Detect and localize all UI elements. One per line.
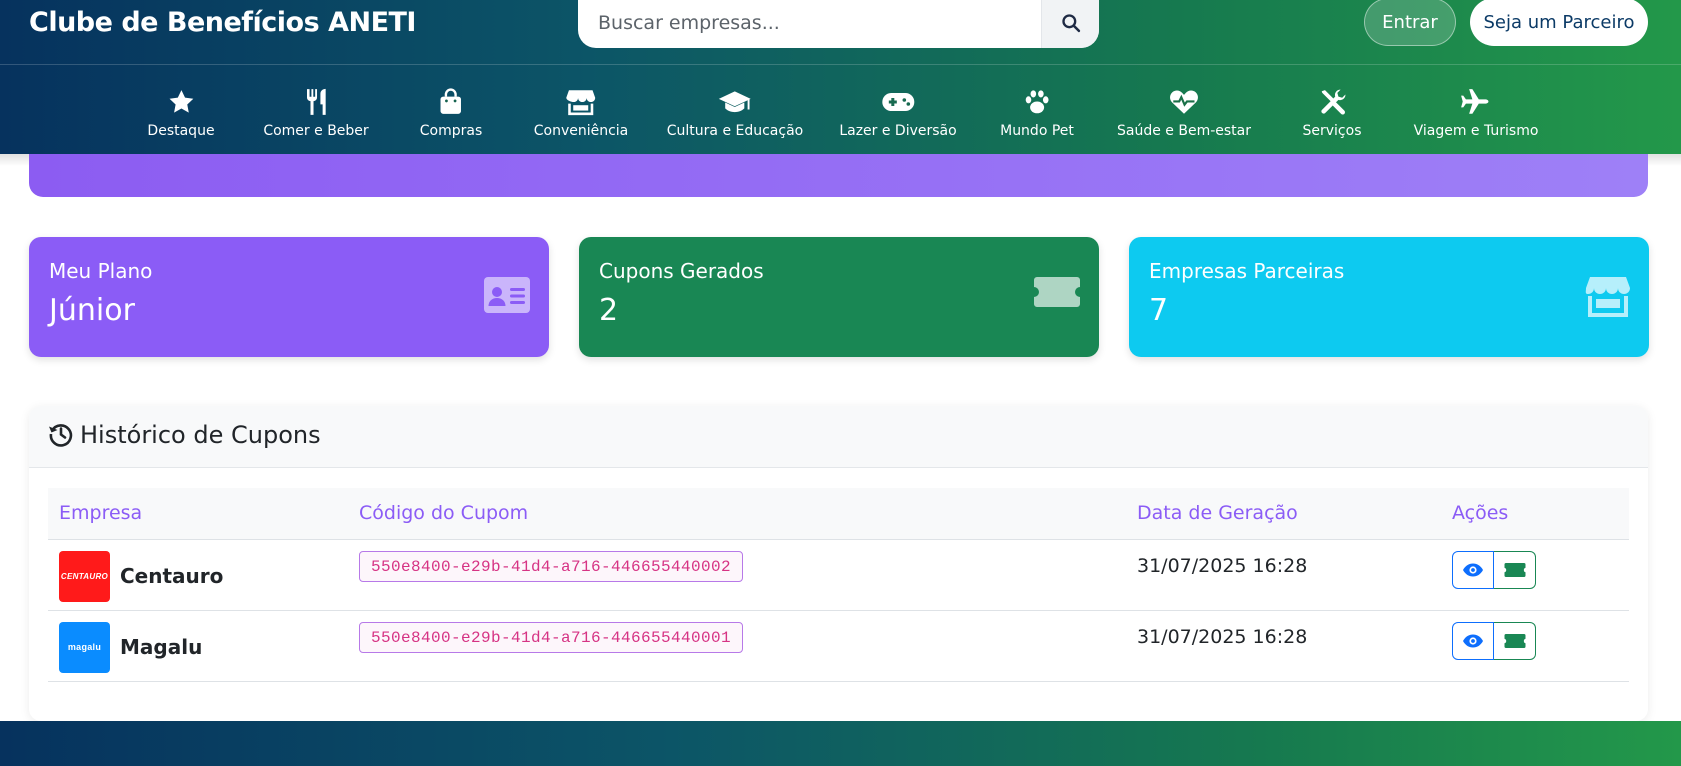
ticket-icon xyxy=(1504,633,1525,648)
login-button[interactable]: Entrar xyxy=(1364,0,1456,46)
ticket-icon xyxy=(1504,562,1525,577)
nav-label: Saúde e Bem-estar xyxy=(1117,123,1251,139)
become-partner-button[interactable]: Seja um Parceiro xyxy=(1470,0,1648,46)
nav-item-cultura-e-educacao[interactable]: Cultura e Educação xyxy=(667,65,803,154)
stat-card-partners: Empresas Parceiras 7 xyxy=(1129,237,1649,357)
store-icon xyxy=(1585,277,1630,317)
nav-label: Serviços xyxy=(1302,123,1362,139)
ticket-icon xyxy=(1034,277,1080,307)
nav-item-viagem-e-turismo[interactable]: Viagem e Turismo xyxy=(1413,65,1539,154)
category-nav: Destaque Comer e Beber Compras Conveniên… xyxy=(0,65,1681,154)
table-header-row: Empresa Código do Cupom Data de Geração … xyxy=(48,488,1629,539)
stat-card-coupons: Cupons Gerados 2 xyxy=(579,237,1099,357)
company-name: Centauro xyxy=(120,564,224,588)
search-button[interactable] xyxy=(1041,0,1099,48)
nav-item-saude-e-bem-estar[interactable]: Saúde e Bem-estar xyxy=(1117,65,1251,154)
utensils-icon xyxy=(306,88,326,115)
generation-date: 31/07/2025 16:28 xyxy=(1137,554,1308,577)
coupon-code: 550e8400-e29b-41d4-a716-446655440002 xyxy=(359,550,744,582)
eye-icon xyxy=(1463,563,1483,576)
view-coupon-button[interactable] xyxy=(1452,550,1494,589)
search-bar xyxy=(578,0,1099,48)
nav-label: Destaque xyxy=(147,123,215,139)
heart-pulse-icon xyxy=(1170,90,1198,114)
shopping-bag-icon xyxy=(440,88,462,114)
nav-item-conveniencia[interactable]: Conveniência xyxy=(533,65,629,154)
stat-title: Empresas Parceiras xyxy=(1149,259,1345,283)
nav-item-mundo-pet[interactable]: Mundo Pet xyxy=(1000,65,1074,154)
history-icon xyxy=(49,424,73,447)
column-header-date: Data de Geração xyxy=(1137,502,1298,525)
nav-item-comer-e-beber[interactable]: Comer e Beber xyxy=(263,65,369,154)
column-header-code: Código do Cupom xyxy=(359,502,529,525)
search-icon xyxy=(1061,14,1080,33)
gamepad-icon xyxy=(882,93,914,111)
header-top-row: Clube de Benefícios ANETI Entrar Seja um… xyxy=(0,0,1681,65)
nav-item-destaque[interactable]: Destaque xyxy=(147,65,215,154)
nav-label: Cultura e Educação xyxy=(666,123,804,139)
nav-label: Lazer e Diversão xyxy=(839,123,957,139)
company-logo: magalu xyxy=(59,621,110,673)
page-footer xyxy=(0,721,1681,766)
row-actions xyxy=(1452,621,1536,660)
coupon-history-header: Histórico de Cupons xyxy=(29,406,1648,468)
coupon-history-panel: Histórico de Cupons Empresa Código do Cu… xyxy=(29,406,1648,721)
table-row: CENTAURO Centauro 550e8400-e29b-41d4-a71… xyxy=(48,539,1629,610)
graduation-cap-icon xyxy=(719,91,751,113)
coupon-history-title: Histórico de Cupons xyxy=(80,421,321,449)
view-coupon-button[interactable] xyxy=(1452,621,1494,660)
coupon-ticket-button[interactable] xyxy=(1494,621,1536,660)
column-header-actions: Ações xyxy=(1452,502,1509,525)
top-header: Clube de Benefícios ANETI Entrar Seja um… xyxy=(0,0,1681,154)
coupon-ticket-button[interactable] xyxy=(1494,550,1536,589)
coupon-history-table: Empresa Código do Cupom Data de Geração … xyxy=(48,488,1629,682)
welcome-banner xyxy=(29,154,1648,197)
row-actions xyxy=(1452,550,1536,589)
coupon-code: 550e8400-e29b-41d4-a716-446655440001 xyxy=(359,621,744,653)
nav-item-compras[interactable]: Compras xyxy=(419,65,483,154)
stat-value: 2 xyxy=(599,293,619,328)
company-logo: CENTAURO xyxy=(59,550,110,602)
tools-icon xyxy=(1320,89,1345,115)
nav-label: Mundo Pet xyxy=(1000,123,1074,139)
column-header-company: Empresa xyxy=(59,502,143,525)
star-icon xyxy=(169,90,193,113)
stat-card-plan: Meu Plano Júnior xyxy=(29,237,549,357)
nav-label: Comer e Beber xyxy=(263,123,369,139)
brand-title[interactable]: Clube de Benefícios ANETI xyxy=(29,7,416,38)
company-name: Magalu xyxy=(120,635,203,659)
generation-date: 31/07/2025 16:28 xyxy=(1137,625,1308,648)
id-card-icon xyxy=(484,277,530,313)
nav-item-lazer-e-diversao[interactable]: Lazer e Diversão xyxy=(839,65,957,154)
stat-value: Júnior xyxy=(49,293,135,328)
nav-item-servicos[interactable]: Serviços xyxy=(1303,65,1362,154)
table-row: magalu Magalu 550e8400-e29b-41d4-a716-44… xyxy=(48,610,1629,681)
nav-label: Conveniência xyxy=(533,123,629,139)
nav-label: Compras xyxy=(419,123,483,139)
eye-icon xyxy=(1463,634,1483,647)
store-icon xyxy=(566,90,596,116)
paw-icon xyxy=(1025,90,1049,114)
stat-value: 7 xyxy=(1149,293,1169,328)
plane-icon xyxy=(1461,89,1489,114)
search-input[interactable] xyxy=(578,0,1041,48)
stat-title: Meu Plano xyxy=(49,259,153,283)
stat-title: Cupons Gerados xyxy=(599,259,764,283)
nav-label: Viagem e Turismo xyxy=(1413,123,1539,139)
